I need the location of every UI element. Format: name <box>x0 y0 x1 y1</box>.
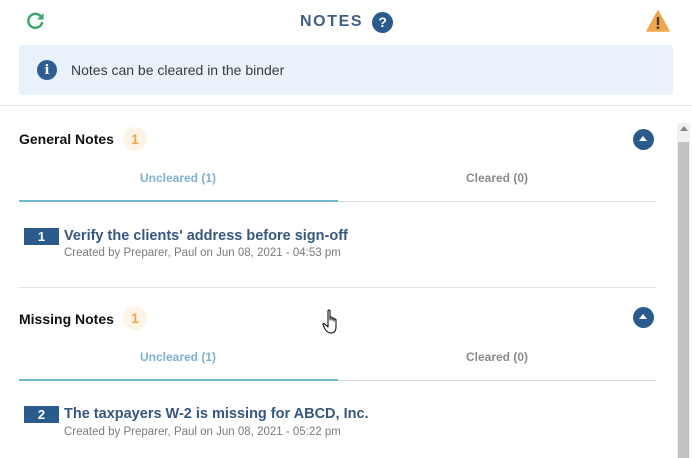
info-banner: i Notes can be cleared in the binder <box>19 45 673 95</box>
hand-cursor-icon <box>322 309 337 334</box>
warning-icon[interactable] <box>646 10 670 32</box>
tab-cleared[interactable]: Cleared (0) <box>338 171 656 185</box>
tab-uncleared[interactable]: Uncleared (1) <box>19 171 337 185</box>
section-divider <box>19 287 656 288</box>
active-tab-indicator <box>19 200 338 202</box>
note-title-link[interactable]: Verify the clients' address before sign-… <box>64 228 348 244</box>
tab-cleared[interactable]: Cleared (0) <box>338 350 656 364</box>
section-title: Missing Notes <box>19 311 114 327</box>
refresh-icon[interactable] <box>24 10 46 32</box>
section-count-badge: 1 <box>123 306 147 330</box>
note-meta: Created by Preparer, Paul on Jun 08, 202… <box>64 247 341 259</box>
section-count-badge: 1 <box>123 127 147 151</box>
title-group: NOTES ? <box>300 10 394 34</box>
header: NOTES ? <box>0 0 692 42</box>
note-number-badge: 1 <box>24 228 59 245</box>
collapse-icon[interactable] <box>633 307 654 328</box>
page-title: NOTES <box>300 13 364 30</box>
scroll-up-arrow-icon[interactable] <box>680 126 688 131</box>
note-meta: Created by Preparer, Paul on Jun 08, 202… <box>64 426 341 438</box>
info-banner-text: Notes can be cleared in the binder <box>71 62 285 78</box>
help-icon[interactable]: ? <box>372 11 394 33</box>
note-number-badge: 2 <box>24 406 59 423</box>
active-tab-indicator <box>19 379 338 381</box>
collapse-icon[interactable] <box>633 129 654 150</box>
scrollbar-thumb[interactable] <box>678 142 689 458</box>
info-icon: i <box>37 60 57 80</box>
section-title: General Notes <box>19 131 114 147</box>
note-title-link[interactable]: The taxpayers W-2 is missing for ABCD, I… <box>64 406 369 422</box>
tab-uncleared[interactable]: Uncleared (1) <box>19 350 337 364</box>
header-divider <box>0 105 692 106</box>
